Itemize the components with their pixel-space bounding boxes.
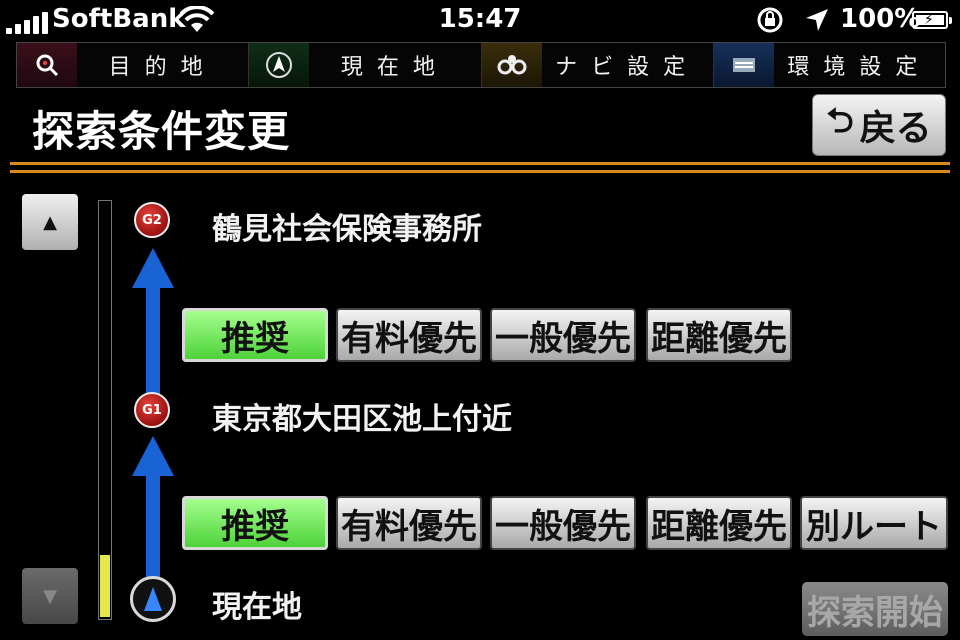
- top-nav: 目的地 現在地 ナビ設定 環境設定: [16, 42, 946, 88]
- settings-icon: [713, 43, 774, 87]
- page-title: 探索条件変更: [32, 107, 291, 156]
- waypoint-g2-name: 鶴見社会保険事務所: [212, 212, 482, 247]
- rotation-lock-icon: [757, 7, 783, 33]
- status-bar: SoftBank 15:47 100% ⚡: [0, 0, 960, 40]
- segment1-option-general[interactable]: 一般優先: [490, 308, 636, 362]
- location-arrow-icon: [806, 9, 828, 31]
- nav-destination[interactable]: 目的地: [17, 43, 250, 87]
- segment1-option-toll[interactable]: 有料優先: [336, 308, 482, 362]
- scrollbar[interactable]: [98, 200, 112, 620]
- divider: [10, 162, 950, 165]
- search-icon: [17, 43, 77, 87]
- route-arrow-icon: [132, 436, 174, 476]
- segment2-option-distance[interactable]: 距離優先: [646, 496, 792, 550]
- waypoint-g1-marker: G1: [134, 392, 170, 428]
- start-search-button[interactable]: 探索開始: [802, 582, 948, 636]
- route-segment-line: [146, 474, 160, 578]
- waypoint-g2-marker: G2: [134, 202, 170, 238]
- back-button[interactable]: ⮌ 戻る: [812, 94, 946, 156]
- nav-current-location[interactable]: 現在地: [249, 43, 482, 87]
- current-location-icon: [130, 576, 176, 622]
- battery-icon: ⚡: [912, 11, 952, 29]
- segment2-option-alternate-route[interactable]: 別ルート: [800, 496, 948, 550]
- gear-icon: [481, 43, 542, 87]
- waypoint-g1-name: 東京都大田区池上付近: [212, 402, 512, 437]
- route-segment-line: [146, 286, 160, 396]
- back-button-label: 戻る: [859, 108, 932, 149]
- back-arrow-icon: ⮌: [826, 100, 854, 141]
- segment2-option-general[interactable]: 一般優先: [490, 496, 636, 550]
- scroll-down-button[interactable]: ▼: [22, 568, 78, 624]
- nav-environment-settings-label: 環境設定: [787, 55, 932, 80]
- compass-icon: [249, 43, 310, 87]
- segment1-option-recommended[interactable]: 推奨: [182, 308, 328, 362]
- battery-percent: 100%: [840, 4, 921, 34]
- nav-navi-settings[interactable]: ナビ設定: [481, 43, 714, 87]
- nav-current-location-label: 現在地: [340, 55, 449, 80]
- nav-navi-settings-label: ナビ設定: [555, 55, 700, 80]
- current-location-name: 現在地: [212, 590, 302, 625]
- scroll-up-button[interactable]: ▲: [22, 194, 78, 250]
- divider: [10, 170, 950, 173]
- segment2-option-toll[interactable]: 有料優先: [336, 496, 482, 550]
- segment1-option-distance[interactable]: 距離優先: [646, 308, 792, 362]
- nav-environment-settings[interactable]: 環境設定: [713, 43, 945, 87]
- route-arrow-icon: [132, 248, 174, 288]
- nav-destination-label: 目的地: [108, 55, 217, 80]
- segment2-option-recommended[interactable]: 推奨: [182, 496, 328, 550]
- scrollbar-thumb[interactable]: [100, 555, 110, 617]
